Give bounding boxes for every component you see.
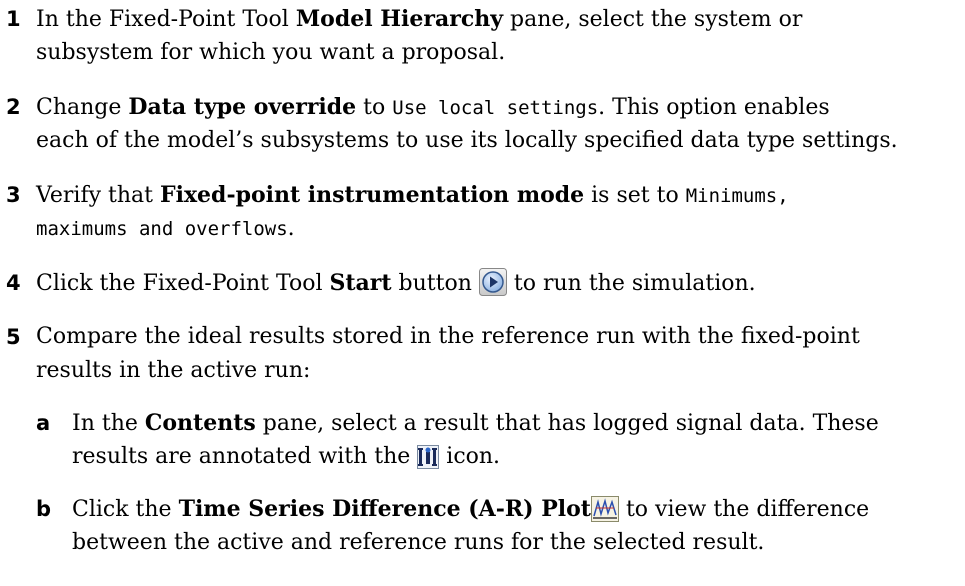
ui-term-model-hierarchy: Model Hierarchy	[295, 6, 503, 32]
code-value: Minimums,	[685, 185, 789, 207]
step-line: each of the model’s subsystems to use it…	[36, 128, 898, 153]
ui-term-difference-plot: Time Series Difference (A-R) Plot	[178, 496, 591, 522]
step-line: subsystem for which you want a proposal.	[36, 40, 506, 65]
step-line: In the Fixed-Point Tool Model Hierarchy …	[36, 2, 964, 36]
step-line: In the Contents pane, select a result th…	[72, 406, 964, 440]
step-line: results in the active run:	[36, 358, 311, 383]
step-text: Verify that Fixed-point instrumentation …	[36, 178, 964, 246]
text-run: Verify that	[36, 183, 160, 208]
logged-signal-icon	[417, 445, 440, 480]
text-run: Click the	[72, 497, 179, 522]
step-text: Change Data type override to Use local s…	[36, 90, 964, 158]
ui-term-start: Start	[329, 270, 392, 296]
text-run: to run the simulation.	[506, 271, 756, 296]
ui-term-data-type-override: Data type override	[128, 94, 357, 120]
step-number: 3	[6, 183, 21, 207]
ui-term-instrumentation-mode: Fixed-point instrumentation mode	[159, 182, 585, 208]
step-line: Compare the ideal results stored in the …	[36, 324, 860, 349]
step-number: 1	[6, 7, 21, 31]
text-run: button	[391, 271, 479, 296]
substep-letter: b	[36, 497, 52, 521]
ui-term-contents: Contents	[144, 410, 256, 436]
step-line: Change Data type override to Use local s…	[36, 90, 964, 124]
text-run: Change	[36, 95, 129, 120]
step-number: 4	[6, 271, 21, 295]
step-line: maximums and overflows.	[36, 212, 964, 246]
text-run: is set to	[584, 183, 686, 208]
text-run: Click the Fixed-Point Tool	[36, 271, 330, 296]
step-line: results are annotated with the icon.	[72, 440, 964, 474]
text-run: . This option enables	[598, 95, 830, 120]
text-run: pane, select the system or	[503, 7, 803, 32]
start-simulation-icon	[478, 268, 507, 307]
step-line: between the active and reference runs fo…	[72, 530, 765, 555]
substep-text: Click the Time Series Difference (A-R) P…	[72, 492, 964, 560]
text-run: In the	[72, 411, 145, 436]
code-value: maximums and overflows	[36, 218, 288, 240]
text-run: icon.	[439, 444, 501, 469]
step-line: Verify that Fixed-point instrumentation …	[36, 178, 964, 212]
step-number: 2	[6, 95, 21, 119]
step-line: Click the Fixed-Point Tool Start button …	[36, 266, 964, 300]
substep-letter: a	[36, 411, 51, 435]
step-text: Click the Fixed-Point Tool Start button …	[36, 266, 964, 300]
step-number: 5	[6, 325, 21, 349]
text-run: to	[356, 95, 393, 120]
text-run: pane, select a result that has logged si…	[255, 411, 879, 436]
text-run: In the Fixed-Point Tool	[36, 7, 296, 32]
step-line: Click the Time Series Difference (A-R) P…	[72, 492, 964, 526]
substep-text: In the Contents pane, select a result th…	[72, 406, 964, 474]
step-text: In the Fixed-Point Tool Model Hierarchy …	[36, 2, 964, 70]
text-run: to view the difference	[618, 497, 870, 522]
text-run: results are annotated with the	[72, 444, 418, 469]
code-value: Use local settings	[392, 97, 599, 119]
step-text: Compare the ideal results stored in the …	[36, 320, 964, 388]
text-run: .	[287, 216, 295, 241]
